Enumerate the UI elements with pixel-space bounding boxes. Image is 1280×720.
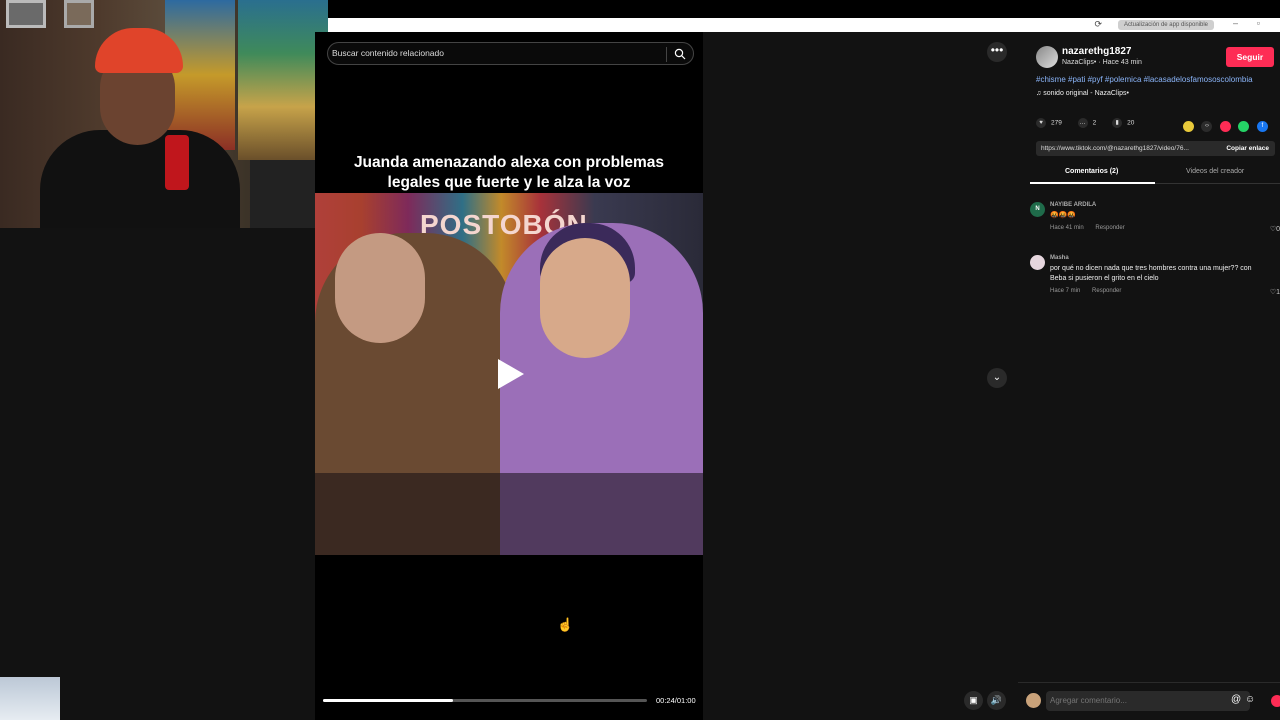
like-count: 279 bbox=[1051, 119, 1062, 127]
wall-picture bbox=[6, 0, 46, 28]
creator-subline: NazaClips• · Hace 43 min bbox=[1062, 59, 1142, 66]
share-url-box: https://www.tiktok.com/@nazarethg1827/vi… bbox=[1036, 141, 1275, 156]
comment-icon: … bbox=[1077, 118, 1088, 128]
maximize-icon[interactable]: ▫ bbox=[1257, 18, 1260, 28]
sound-label: sonido original - NazaClips• bbox=[1043, 90, 1129, 97]
active-tab-indicator bbox=[1030, 182, 1155, 184]
post-comment-icon[interactable] bbox=[1271, 695, 1280, 707]
details-panel: nazarethg1827 NazaClips• · Hace 43 min S… bbox=[1018, 32, 1280, 720]
window-bar: ⟳ Actualización de app disponible – ▫ bbox=[328, 18, 1280, 32]
mention-icon[interactable]: @ bbox=[1231, 694, 1241, 705]
play-icon[interactable] bbox=[498, 359, 524, 389]
reply-button[interactable]: Responder bbox=[1095, 225, 1124, 231]
stats-row: ♥ 279 … 2 ▮ 20 bbox=[1036, 118, 1148, 130]
tab-creator-videos[interactable]: Videos del creador bbox=[1186, 168, 1244, 175]
volume-icon[interactable]: 🔊 bbox=[987, 691, 1006, 710]
thumbnail bbox=[0, 677, 60, 720]
comment-input[interactable] bbox=[1046, 691, 1250, 711]
save-count: 20 bbox=[1127, 119, 1135, 127]
video-time: 00:24/01:00 bbox=[656, 696, 696, 705]
microphone bbox=[165, 135, 189, 190]
reply-button[interactable]: Responder bbox=[1092, 288, 1121, 294]
comment-count: 2 bbox=[1092, 119, 1097, 127]
comment-time: Hace 41 min bbox=[1050, 225, 1084, 231]
comment-like[interactable]: ♡0 bbox=[1270, 225, 1280, 233]
comment-item: N NAYIBE ARDILA 🤬🤬🤬 Hace 41 min Responde… bbox=[1030, 202, 1280, 242]
embed-icon[interactable]: ‹› bbox=[1201, 121, 1213, 133]
avatar[interactable] bbox=[1036, 46, 1058, 68]
tab-comments[interactable]: Comentarios (2) bbox=[1065, 168, 1118, 175]
webcam-overlay bbox=[0, 0, 328, 228]
video-progress-bar[interactable] bbox=[323, 699, 647, 702]
tab-bar: Comentarios (2) Videos del creador bbox=[1030, 164, 1280, 184]
chevron-down-icon[interactable]: ⌄ bbox=[987, 368, 1007, 388]
avatar bbox=[1026, 693, 1041, 708]
refresh-icon[interactable]: ⟳ bbox=[1094, 19, 1102, 30]
captions-icon[interactable]: ▣ bbox=[964, 691, 983, 710]
comment-like[interactable]: ♡1 bbox=[1270, 288, 1280, 296]
add-comment-bar: @ ☺ bbox=[1018, 682, 1280, 720]
comment-item: Masha por qué no dicen nada que tres hom… bbox=[1030, 255, 1280, 300]
save-stat[interactable]: ▮ 20 bbox=[1112, 118, 1134, 128]
comment-like-count: 1 bbox=[1276, 289, 1280, 296]
whatsapp-icon[interactable] bbox=[1238, 121, 1250, 133]
comment-meta: Hace 41 min Responder bbox=[1050, 225, 1125, 231]
more-options-icon[interactable]: ••• bbox=[987, 42, 1007, 62]
copy-link-button[interactable]: Copiar enlace bbox=[1226, 145, 1269, 152]
hashtags[interactable]: #chisme #pati #pyf #polemica #lacasadelo… bbox=[1036, 75, 1253, 84]
bookmark-icon: ▮ bbox=[1112, 118, 1123, 128]
app-root: ⟳ Actualización de app disponible – ▫ Bu… bbox=[0, 0, 1280, 720]
video-progress-fill bbox=[323, 699, 453, 702]
facebook-icon[interactable]: f bbox=[1256, 121, 1268, 133]
creator-username[interactable]: nazarethg1827 bbox=[1062, 46, 1131, 57]
video-shadow bbox=[315, 473, 703, 555]
comment-stat[interactable]: … 2 bbox=[1077, 118, 1097, 128]
comment-author[interactable]: Masha bbox=[1050, 255, 1069, 261]
caption-line: Juanda amenazando alexa con problemas bbox=[353, 154, 665, 171]
comment-like-count: 0 bbox=[1276, 226, 1280, 233]
left-panel bbox=[0, 228, 315, 720]
minimize-icon[interactable]: – bbox=[1233, 18, 1238, 28]
search-icon[interactable] bbox=[674, 48, 686, 60]
sound-info[interactable]: ♫ sonido original - NazaClips• bbox=[1036, 90, 1129, 97]
video-caption: Juanda amenazando alexa con problemas le… bbox=[315, 153, 703, 193]
like-stat[interactable]: ♥ 279 bbox=[1036, 118, 1062, 128]
comment-meta: Hace 7 min Responder bbox=[1050, 288, 1121, 294]
person-woman-head bbox=[540, 238, 630, 358]
search-divider bbox=[666, 47, 667, 62]
wall-picture bbox=[64, 0, 94, 28]
comment-text: 🤬🤬🤬 bbox=[1050, 212, 1077, 219]
avatar[interactable] bbox=[1030, 255, 1045, 270]
avatar[interactable]: N bbox=[1030, 202, 1045, 217]
caption-line: legales que fuerte y le alza la voz bbox=[387, 174, 631, 191]
middle-area bbox=[703, 32, 1018, 720]
friends-share-icon[interactable] bbox=[1183, 121, 1194, 133]
poster bbox=[165, 0, 235, 150]
heart-icon: ♥ bbox=[1036, 118, 1046, 128]
search-placeholder[interactable]: Buscar contenido relacionado bbox=[332, 48, 444, 58]
follow-button[interactable]: Seguir bbox=[1226, 47, 1274, 67]
person-man-head bbox=[335, 233, 425, 343]
comment-text: por qué no dicen nada que tres hombres c… bbox=[1050, 265, 1252, 282]
share-url[interactable]: https://www.tiktok.com/@nazarethg1827/vi… bbox=[1041, 145, 1189, 152]
video-column: Buscar contenido relacionado Juanda amen… bbox=[315, 32, 703, 720]
hand-cursor-icon: ☝ bbox=[557, 617, 574, 632]
update-badge[interactable]: Actualización de app disponible bbox=[1117, 20, 1214, 30]
send-icon[interactable] bbox=[1219, 121, 1231, 133]
video-frame[interactable]: POSTOBÓN bbox=[315, 193, 703, 555]
comment-time: Hace 7 min bbox=[1050, 288, 1081, 294]
emoji-icon[interactable]: ☺ bbox=[1245, 694, 1255, 705]
comment-author[interactable]: NAYIBE ARDILA bbox=[1050, 202, 1096, 208]
search-bar[interactable]: Buscar contenido relacionado bbox=[327, 42, 694, 65]
